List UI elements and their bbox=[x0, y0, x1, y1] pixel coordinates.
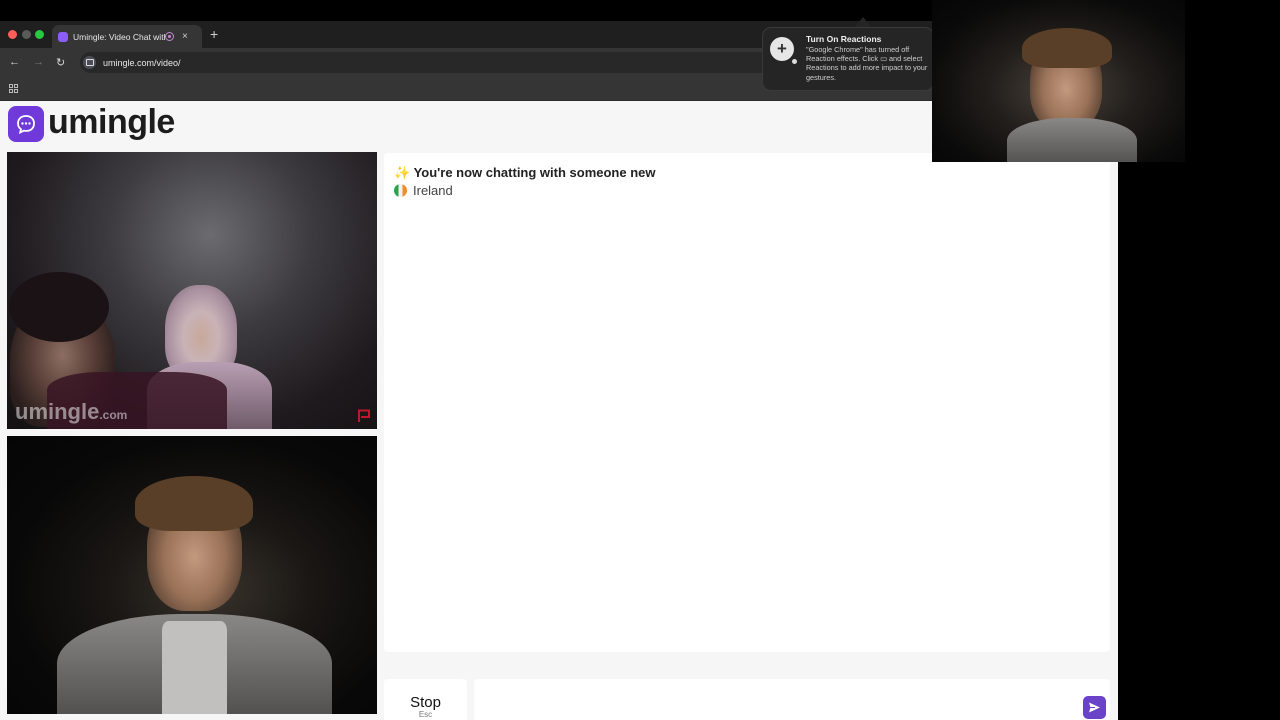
close-window-icon[interactable] bbox=[8, 30, 17, 39]
send-button[interactable] bbox=[1083, 696, 1106, 719]
self-hair bbox=[135, 476, 253, 531]
reactions-notification[interactable]: + Turn On Reactions "Google Chrome" has … bbox=[762, 27, 934, 91]
tab-title: Umingle: Video Chat with bbox=[73, 31, 165, 42]
reactions-plus-icon: + bbox=[770, 37, 794, 61]
chat-status-line: ✨ You're now chatting with someone new bbox=[394, 165, 656, 181]
new-tab-button[interactable]: + bbox=[210, 26, 218, 42]
stranger-hair bbox=[9, 272, 109, 342]
stop-button[interactable]: Stop Esc bbox=[384, 679, 467, 720]
apps-grid-icon[interactable] bbox=[9, 84, 18, 93]
umingle-watermark: umingle.com bbox=[15, 399, 128, 424]
chat-status-text: You're now chatting with someone new bbox=[413, 165, 656, 180]
country-name: Ireland bbox=[413, 183, 453, 198]
reload-icon[interactable]: ↻ bbox=[56, 56, 65, 69]
forward-icon[interactable]: → bbox=[33, 56, 44, 68]
popup-title: Turn On Reactions bbox=[806, 34, 882, 44]
umingle-page: umingle umingle.com ✨ You're now chattin… bbox=[0, 101, 1118, 720]
esc-hint: Esc bbox=[418, 709, 433, 719]
minimize-window-icon[interactable] bbox=[22, 30, 31, 39]
pip-hair bbox=[1022, 28, 1112, 68]
url-text[interactable]: umingle.com/video/ bbox=[103, 58, 181, 68]
stranger-country: Ireland bbox=[394, 183, 453, 198]
picture-in-picture-video[interactable] bbox=[932, 0, 1185, 162]
message-input[interactable] bbox=[474, 679, 1110, 720]
ireland-flag-icon bbox=[394, 184, 407, 197]
stop-button-label: Stop bbox=[410, 693, 441, 711]
popup-badge-icon bbox=[792, 59, 797, 64]
site-camera-icon[interactable] bbox=[83, 56, 96, 69]
sparkle-icon: ✨ bbox=[394, 165, 411, 180]
report-flag-icon[interactable] bbox=[357, 409, 371, 423]
maximize-window-icon[interactable] bbox=[35, 30, 44, 39]
self-video bbox=[7, 436, 377, 714]
tab-close-icon[interactable]: × bbox=[182, 31, 188, 42]
send-icon bbox=[1089, 702, 1100, 713]
umingle-logo-text[interactable]: umingle bbox=[48, 103, 175, 142]
browser-tab[interactable]: Umingle: Video Chat with × bbox=[52, 25, 202, 48]
recording-indicator-icon bbox=[165, 32, 174, 41]
pip-hoodie bbox=[1007, 118, 1137, 162]
popup-body: "Google Chrome" has turned off Reaction … bbox=[806, 45, 928, 82]
popup-arrow bbox=[855, 17, 871, 27]
stranger-video: umingle.com bbox=[7, 152, 377, 429]
umingle-favicon-icon bbox=[58, 31, 68, 42]
chat-panel: ✨ You're now chatting with someone new I… bbox=[384, 153, 1110, 652]
umingle-logo-icon[interactable] bbox=[8, 106, 44, 142]
self-shirt bbox=[162, 621, 227, 714]
back-icon[interactable]: ← bbox=[9, 56, 20, 68]
